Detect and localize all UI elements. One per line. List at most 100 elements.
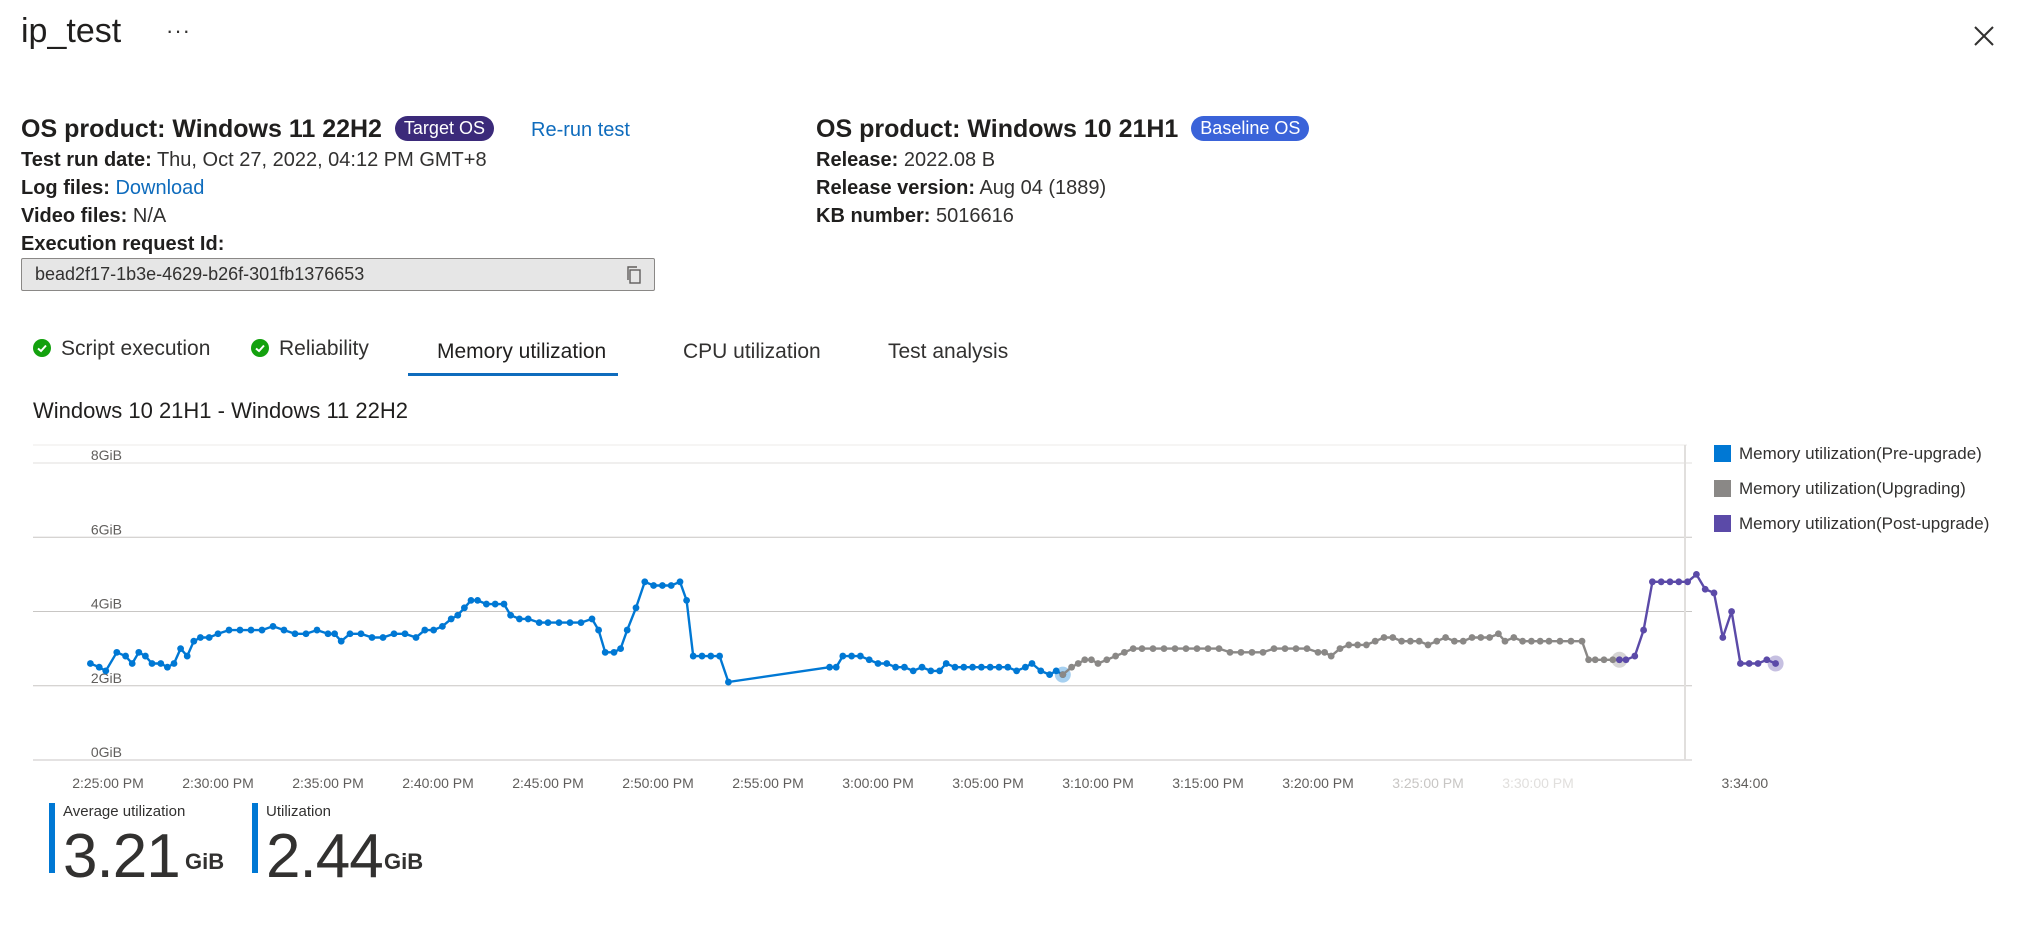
data-point [1022, 663, 1029, 671]
data-point [467, 596, 475, 604]
data-point [357, 630, 365, 638]
data-point [390, 630, 398, 638]
data-point [865, 656, 873, 664]
target-os-product-value: Windows 11 22H2 [172, 115, 382, 143]
x-tick-label: 2:35:00 PM [292, 775, 364, 791]
data-point [157, 660, 165, 667]
series-line [1619, 573, 1777, 665]
kpi-average-utilization-value: 3.21 [63, 822, 181, 891]
data-point [1510, 634, 1518, 641]
data-point [491, 600, 499, 608]
data-point [135, 648, 143, 656]
rerun-test-link[interactable]: Re-run test [531, 119, 630, 142]
tab-reliability[interactable]: Reliability [251, 337, 369, 361]
data-point [439, 622, 446, 630]
tab-script-execution[interactable]: Script execution [33, 337, 210, 361]
data-point [379, 634, 387, 641]
data-point [313, 626, 321, 634]
data-point [1578, 637, 1586, 645]
chart-title: Windows 10 21H1 - Windows 11 22H2 [33, 398, 408, 423]
data-point [1259, 648, 1267, 656]
data-point [1303, 645, 1311, 653]
kb-number-row: KB number: 5016616 [816, 202, 1014, 230]
data-point [632, 604, 640, 612]
data-point [1666, 578, 1674, 586]
tab-reliability-label: Reliability [279, 337, 369, 360]
data-point [918, 663, 926, 671]
data-point [883, 660, 891, 667]
tab-cpu-utilization[interactable]: CPU utilization [683, 340, 821, 364]
data-point [1270, 645, 1278, 653]
data-point [1059, 671, 1067, 679]
x-tick-label: 3:20:00 PM [1282, 775, 1354, 791]
tab-memory-utilization[interactable]: Memory utilization [437, 340, 606, 364]
data-point [577, 619, 585, 627]
test-run-date-value: Thu, Oct 27, 2022, 04:12 PM GMT+8 [156, 149, 487, 171]
data-point [247, 626, 255, 634]
data-point [1567, 637, 1575, 645]
data-point [1468, 634, 1476, 641]
legend-label: Memory utilization(Post-upgrade) [1739, 514, 1989, 533]
release-version-row: Release version: Aug 04 (1889) [816, 174, 1106, 202]
data-point [1094, 660, 1102, 667]
data-point [401, 630, 409, 638]
execution-id-field[interactable]: bead2f17-1b3e-4629-b26f-301fb1376653 [21, 258, 655, 291]
legend-swatch [1714, 445, 1731, 462]
data-point [483, 600, 490, 608]
data-point [1640, 626, 1647, 634]
data-point [826, 663, 833, 671]
data-point [1631, 652, 1639, 660]
check-circle-icon [251, 339, 269, 357]
close-icon[interactable] [1970, 22, 1998, 50]
data-point [1345, 641, 1353, 649]
kpi-utilization-unit: GiB [384, 849, 424, 874]
data-point [421, 626, 429, 634]
data-point [927, 667, 935, 675]
data-point [1745, 660, 1753, 667]
data-point [1657, 578, 1665, 586]
data-point [1074, 660, 1082, 667]
data-point [430, 626, 437, 634]
data-point [1380, 634, 1388, 641]
more-options-button[interactable]: ··· [166, 18, 191, 44]
data-point [454, 611, 462, 619]
release-value: 2022.08 B [903, 149, 996, 171]
y-tick-label: 6GiB [91, 521, 122, 537]
data-point [1737, 660, 1744, 667]
data-point [447, 615, 455, 623]
copy-icon[interactable] [624, 265, 644, 285]
data-point [113, 648, 121, 656]
tab-test-analysis[interactable]: Test analysis [888, 340, 1008, 364]
baseline-os-badge: Baseline OS [1191, 116, 1310, 141]
data-point [689, 652, 697, 660]
data-point [1600, 656, 1608, 664]
legend-label: Memory utilization(Pre-upgrade) [1739, 444, 1982, 463]
data-point [1321, 648, 1328, 656]
data-point [936, 667, 943, 675]
data-point [197, 634, 204, 641]
data-point [412, 634, 420, 641]
kb-number-label: KB number: [816, 205, 931, 227]
download-link[interactable]: Download [115, 177, 204, 199]
test-run-date-row: Test run date: Thu, Oct 27, 2022, 04:12 … [21, 146, 487, 174]
data-point [1121, 648, 1128, 656]
data-point [1292, 645, 1300, 653]
data-point [269, 622, 277, 630]
execution-id-value[interactable]: bead2f17-1b3e-4629-b26f-301fb1376653 [35, 264, 364, 285]
data-point [1701, 585, 1709, 593]
data-point [857, 652, 864, 660]
data-point [725, 678, 732, 686]
data-point [978, 663, 985, 671]
series-line [1062, 632, 1620, 676]
data-point [839, 652, 847, 660]
data-point [1138, 645, 1146, 653]
data-point [324, 630, 332, 638]
data-point [1719, 634, 1727, 641]
data-point [1004, 663, 1012, 671]
kpi-accent-bar [252, 803, 258, 873]
data-point [170, 660, 178, 667]
data-point [1433, 637, 1441, 645]
data-point [1129, 645, 1137, 653]
data-point [1088, 656, 1095, 664]
target-os-product-label: OS product: [21, 115, 166, 143]
